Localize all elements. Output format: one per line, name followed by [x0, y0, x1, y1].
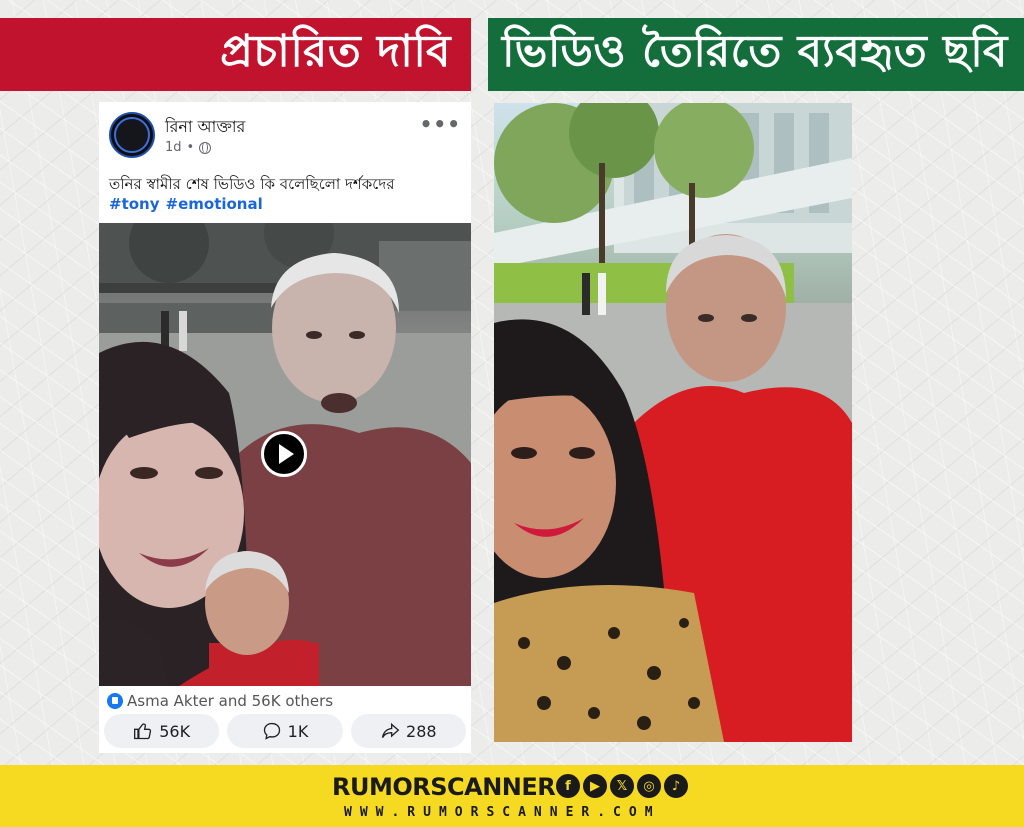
post-meta: 1d •	[165, 140, 212, 155]
share-icon	[381, 722, 400, 738]
original-photo-image	[494, 103, 852, 742]
facebook-icon[interactable]: f	[556, 774, 580, 798]
website-url[interactable]: WWW.RUMORSCANNER.COM	[344, 805, 661, 820]
footer-bar: RUMORSCANNER f ▶ 𝕏 ◎ ♪ WWW.RUMORSCANNER.…	[0, 765, 1024, 827]
comment-count: 1K	[287, 721, 309, 741]
play-button[interactable]	[261, 431, 307, 477]
post-author[interactable]: রিনা আক্তার	[165, 114, 245, 141]
facebook-post-card: রিনা আক্তার 1d • ••• তনির স্বামীর শেষ ভি…	[99, 102, 471, 753]
like-count: 56K	[159, 721, 191, 741]
more-options-icon[interactable]: •••	[420, 112, 461, 136]
comment-icon	[263, 722, 280, 740]
hashtag-tony[interactable]: #tony	[109, 195, 160, 213]
share-count: 288	[406, 721, 437, 741]
post-actions: 56K 1K 288	[99, 714, 471, 752]
hashtag-emotional[interactable]: #emotional	[166, 195, 263, 213]
globe-icon	[199, 141, 212, 154]
instagram-icon[interactable]: ◎	[637, 774, 661, 798]
original-photo	[494, 103, 852, 742]
post-hashtags: #tony #emotional	[109, 195, 269, 213]
brand-logo: RUMORSCANNER	[332, 773, 556, 801]
thumbs-up-icon	[134, 723, 152, 740]
post-text: তনির স্বামীর শেষ ভিডিও কি বলেছিলো দর্শকদ…	[109, 175, 395, 193]
source-title: ভিডিও তৈরিতে ব্যবহৃত ছবি	[502, 26, 1008, 77]
comment-button[interactable]: 1K	[227, 714, 343, 748]
avatar[interactable]	[109, 112, 155, 158]
reactions-text: Asma Akter and 56K others	[127, 692, 334, 710]
claim-title: প্রচারিত দাবি	[220, 26, 451, 77]
like-button[interactable]: 56K	[104, 714, 220, 748]
post-video[interactable]	[99, 223, 471, 686]
tiktok-icon[interactable]: ♪	[664, 774, 688, 798]
claim-banner: প্রচারিত দাবি	[0, 18, 471, 91]
reactions-summary[interactable]: Asma Akter and 56K others	[107, 692, 333, 710]
share-button[interactable]: 288	[350, 714, 466, 748]
post-timestamp[interactable]: 1d	[165, 140, 182, 155]
source-banner: ভিডিও তৈরিতে ব্যবহৃত ছবি	[488, 18, 1024, 91]
youtube-icon[interactable]: ▶	[583, 774, 607, 798]
social-icons: f ▶ 𝕏 ◎ ♪	[556, 774, 688, 798]
x-icon[interactable]: 𝕏	[610, 774, 634, 798]
like-reaction-icon	[107, 693, 123, 709]
